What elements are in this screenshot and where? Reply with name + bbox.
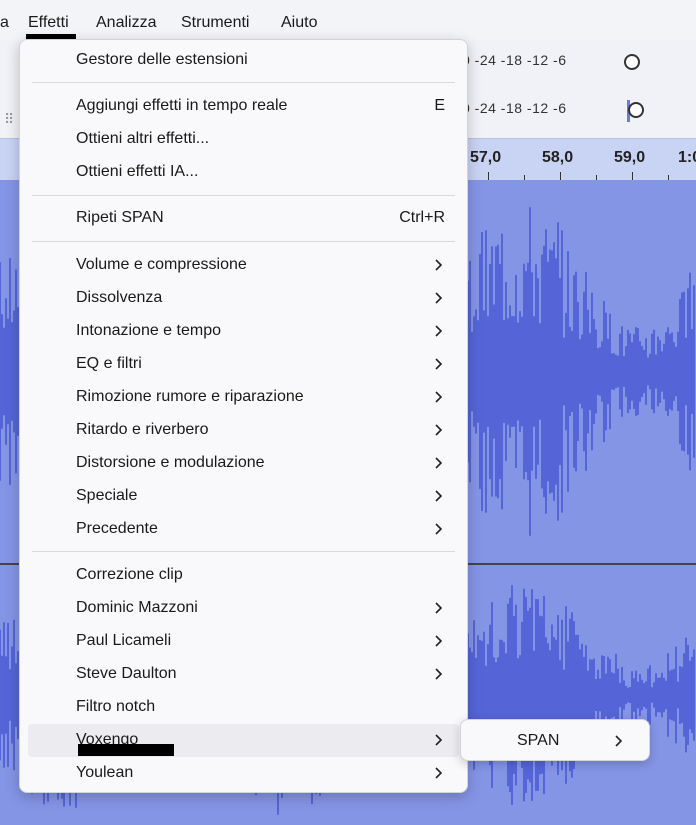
- chevron-right-icon: [435, 635, 443, 647]
- ruler-tick: [560, 172, 561, 180]
- menu-item-distorsione-modulazione[interactable]: Distorsione e modulazione: [28, 447, 459, 480]
- menu-item-label: Filtro notch: [76, 698, 156, 715]
- menubar-item-strumenti[interactable]: Strumenti: [181, 14, 249, 32]
- effects-menu: Gestore delle estensioni Aggiungi effetti…: [19, 39, 468, 793]
- chevron-right-icon: [435, 490, 443, 502]
- menu-item-aggiungi-effetti-tempo-reale[interactable]: Aggiungi effetti in tempo reale E: [28, 90, 459, 123]
- menu-item-label: Youlean: [76, 764, 134, 781]
- chevron-right-icon: [435, 767, 443, 779]
- ruler-tick: [632, 172, 633, 180]
- menu-item-label: Precedente: [76, 520, 158, 537]
- menu-item-dissolvenza[interactable]: Dissolvenza: [28, 282, 459, 315]
- menu-item-dominic-mazzoni[interactable]: Dominic Mazzoni: [28, 592, 459, 625]
- menu-item-label: Correzione clip: [76, 566, 183, 583]
- menu-item-label: Steve Daulton: [76, 665, 177, 682]
- menu-separator: [32, 195, 455, 196]
- ruler-label: 57,0: [470, 149, 502, 166]
- menu-separator: [32, 551, 455, 552]
- chevron-right-icon: [435, 424, 443, 436]
- menu-item-label: EQ e filtri: [76, 355, 142, 372]
- meter-scale-playback: 0 -24 -18 -12 -6: [462, 52, 567, 68]
- meter-scale-record: 0 -24 -18 -12 -6: [462, 100, 567, 116]
- chevron-right-icon: [435, 259, 443, 271]
- menu-item-ottieni-effetti-ia[interactable]: Ottieni effetti IA...: [28, 156, 459, 189]
- menu-item-label: Volume e compressione: [76, 256, 247, 273]
- menu-item-precedente[interactable]: Precedente: [28, 513, 459, 546]
- menu-item-filtro-notch[interactable]: Filtro notch: [28, 691, 459, 724]
- grip-icon[interactable]: ⠿: [4, 112, 16, 136]
- ruler-label: 58,0: [542, 149, 574, 166]
- chevron-right-icon: [435, 292, 443, 304]
- menu-separator: [32, 241, 455, 242]
- chevron-right-icon: [435, 358, 443, 370]
- menu-item-ottieni-altri-effetti[interactable]: Ottieni altri effetti...: [28, 123, 459, 156]
- menu-item-label: Ottieni effetti IA...: [76, 163, 199, 180]
- menu-item-paul-licameli[interactable]: Paul Licameli: [28, 625, 459, 658]
- menu-item-label: Speciale: [76, 487, 138, 504]
- menubar-item-analizza[interactable]: Analizza: [96, 14, 156, 32]
- menu-item-ritardo-riverbero[interactable]: Ritardo e riverbero: [28, 414, 459, 447]
- menu-item-shortcut: E: [434, 97, 445, 114]
- menu-item-label: Ottieni altri effetti...: [76, 130, 210, 147]
- menu-item-intonazione-tempo[interactable]: Intonazione e tempo: [28, 315, 459, 348]
- chevron-right-icon: [435, 391, 443, 403]
- menu-item-label: Dissolvenza: [76, 289, 163, 306]
- menu-item-label: Gestore delle estensioni: [76, 51, 248, 68]
- menu-item-correzione-clip[interactable]: Correzione clip: [28, 559, 459, 592]
- menu-item-label: Distorsione e modulazione: [76, 454, 265, 471]
- ruler-label: 59,0: [614, 149, 646, 166]
- menu-item-volume-compressione[interactable]: Volume e compressione: [28, 249, 459, 282]
- chevron-right-icon: [435, 325, 443, 337]
- menu-item-ripeti-span[interactable]: Ripeti SPAN Ctrl+R: [28, 202, 459, 235]
- menu-item-label: Aggiungi effetti in tempo reale: [76, 97, 288, 114]
- menu-item-voxengo[interactable]: Voxengo: [28, 724, 459, 757]
- menu-item-label: Intonazione e tempo: [76, 322, 221, 339]
- menu-item-youlean[interactable]: Youlean: [28, 757, 459, 790]
- menu-item-label: Ritardo e riverbero: [76, 421, 209, 438]
- menubar: a Effetti Analizza Strumenti Aiuto: [0, 0, 696, 44]
- submenu-item-span[interactable]: SPAN: [517, 732, 559, 750]
- menu-item-label: Ripeti SPAN: [76, 209, 164, 226]
- menu-item-eq-filtri[interactable]: EQ e filtri: [28, 348, 459, 381]
- menu-item-label: Rimozione rumore e riparazione: [76, 388, 304, 405]
- chevron-right-icon: [435, 523, 443, 535]
- menu-separator: [32, 82, 455, 83]
- chevron-right-icon: [435, 734, 443, 746]
- ruler-label: 1:0: [678, 149, 696, 166]
- chevron-right-icon: [435, 602, 443, 614]
- menu-item-steve-daulton[interactable]: Steve Daulton: [28, 658, 459, 691]
- meter-knob-icon[interactable]: [624, 54, 640, 70]
- meter-knob-icon[interactable]: [628, 102, 644, 118]
- menubar-item-partial[interactable]: a: [0, 14, 9, 32]
- ruler-tick: [488, 172, 489, 180]
- menubar-item-aiuto[interactable]: Aiuto: [281, 14, 317, 32]
- menubar-item-effetti[interactable]: Effetti: [28, 14, 69, 32]
- menu-item-speciale[interactable]: Speciale: [28, 480, 459, 513]
- menu-item-gestore-estensioni[interactable]: Gestore delle estensioni: [28, 44, 459, 77]
- menu-item-shortcut: Ctrl+R: [399, 209, 445, 226]
- menu-item-label: Dominic Mazzoni: [76, 599, 198, 616]
- voxengo-submenu: SPAN: [460, 719, 650, 761]
- chevron-right-icon: [615, 735, 623, 747]
- menu-item-label: Paul Licameli: [76, 632, 172, 649]
- chevron-right-icon: [435, 668, 443, 680]
- redaction-bar: [78, 744, 174, 756]
- chevron-right-icon: [435, 457, 443, 469]
- menu-item-rimozione-rumore[interactable]: Rimozione rumore e riparazione: [28, 381, 459, 414]
